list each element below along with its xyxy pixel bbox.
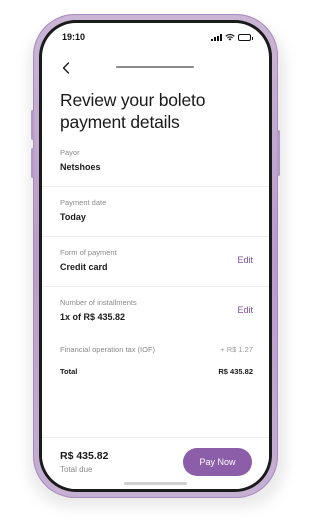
payment-date-value: Today xyxy=(60,212,86,222)
tax-label: Financial operation tax (IOF) xyxy=(60,345,156,354)
installments-row: Number of installments 1x of R$ 435.82 E… xyxy=(42,287,269,335)
payor-value: Netshoes xyxy=(60,162,101,172)
tax-row: Financial operation tax (IOF) + R$ 1.27 xyxy=(42,335,269,361)
step-progress-fill xyxy=(116,66,194,68)
wifi-icon xyxy=(225,33,235,41)
payment-details: Payor Netshoes Payment date Today Form o… xyxy=(42,137,269,383)
total-due-amount: R$ 435.82 xyxy=(60,450,109,462)
total-row: Total R$ 435.82 xyxy=(42,361,269,383)
battery-icon xyxy=(238,33,253,41)
total-due-label: Total due xyxy=(60,465,93,474)
status-bar: 19:10 xyxy=(42,23,269,51)
payor-label: Payor xyxy=(60,148,80,157)
form-of-payment-label: Form of payment xyxy=(60,248,117,257)
form-of-payment-row: Form of payment Credit card Edit xyxy=(42,237,269,287)
total-value: R$ 435.82 xyxy=(218,367,253,376)
power-button xyxy=(277,130,280,176)
back-button[interactable] xyxy=(56,58,76,78)
pay-now-button[interactable]: Pay Now xyxy=(183,448,252,476)
status-icons xyxy=(211,33,253,41)
chevron-left-icon xyxy=(62,62,70,74)
payment-date-label: Payment date xyxy=(60,198,107,207)
volume-up-button xyxy=(31,110,34,140)
total-label: Total xyxy=(60,367,78,376)
installments-label: Number of installments xyxy=(60,298,137,307)
home-indicator xyxy=(124,482,187,485)
payment-date-row: Payment date Today xyxy=(42,187,269,237)
phone-screen: 19:10 Review your boleto payment details… xyxy=(42,23,269,489)
form-of-payment-value: Credit card xyxy=(60,262,108,272)
signal-icon xyxy=(211,33,222,41)
status-time: 19:10 xyxy=(62,32,86,42)
tax-value: + R$ 1.27 xyxy=(220,345,253,354)
edit-installments-link[interactable]: Edit xyxy=(237,305,253,315)
installments-value: 1x of R$ 435.82 xyxy=(60,312,126,322)
edit-payment-method-link[interactable]: Edit xyxy=(237,255,253,265)
page-title: Review your boleto payment details xyxy=(60,90,206,132)
step-progress xyxy=(116,66,194,68)
payor-row: Payor Netshoes xyxy=(42,137,269,187)
volume-down-button xyxy=(31,148,34,178)
